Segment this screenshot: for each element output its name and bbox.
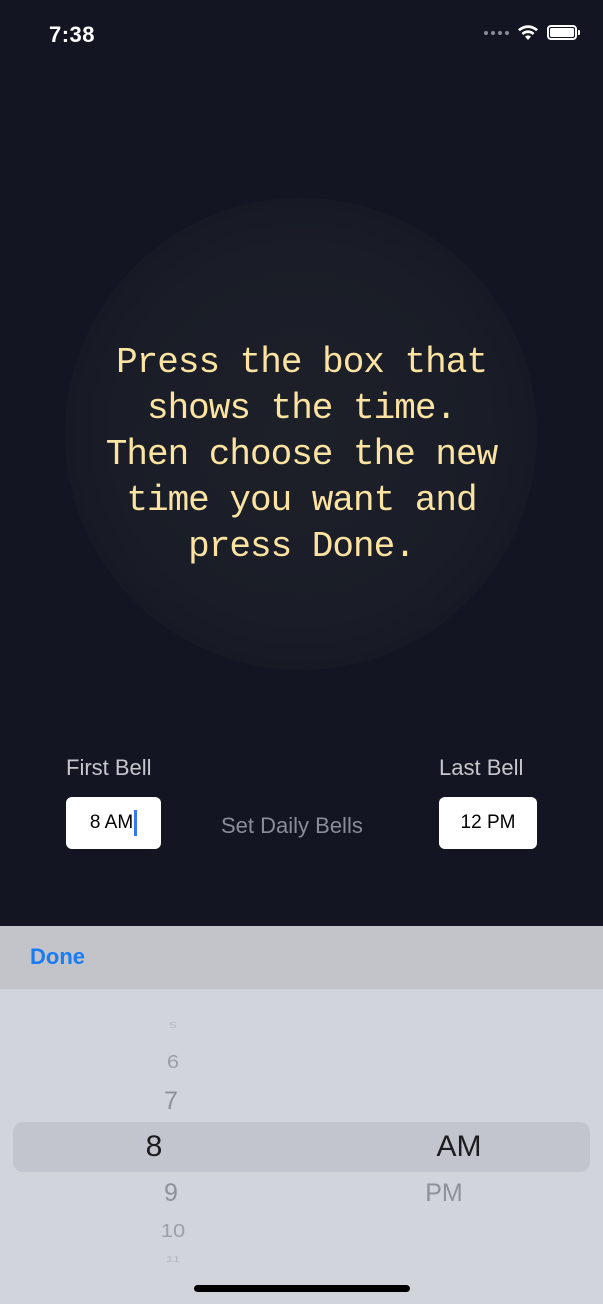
instruction-line: Then choose the new [105, 434, 498, 475]
picker-toolbar [0, 926, 603, 989]
battery-icon [547, 25, 580, 40]
signal-dots-icon [484, 30, 509, 35]
instructions-text: Press the box that shows the time. Then … [60, 340, 543, 570]
instruction-line: shows the time. [146, 388, 457, 429]
last-bell-field[interactable]: 12 PM [439, 797, 537, 849]
set-daily-bells-label: Set Daily Bells [221, 813, 363, 838]
screen: 7:38 Press the box that shows the time. … [0, 0, 603, 1304]
instruction-line: Press the box that [116, 342, 488, 383]
last-bell-label: Last Bell [439, 755, 524, 780]
hour-option-selected[interactable]: 8 [134, 1130, 174, 1164]
last-bell-value: 12 PM [460, 812, 516, 833]
done-button[interactable]: Done [30, 944, 85, 970]
picker-selection-band [13, 1122, 590, 1172]
hour-option[interactable]: 9 [151, 1179, 191, 1208]
hour-option[interactable]: 6 [153, 1051, 193, 1073]
wifi-icon [518, 25, 538, 40]
period-option[interactable]: PM [404, 1179, 484, 1208]
instruction-line: press Done. [188, 526, 416, 567]
first-bell-field[interactable]: 8 AM [66, 797, 161, 849]
hour-option[interactable]: 7 [151, 1087, 191, 1116]
text-cursor [134, 810, 138, 836]
hour-option[interactable]: 11 [153, 1254, 193, 1264]
status-time: 7:38 [49, 22, 96, 47]
hour-option[interactable]: 5 [153, 1020, 193, 1030]
hour-option[interactable]: 10 [148, 1220, 198, 1242]
first-bell-value: 8 AM [89, 812, 134, 833]
period-option-selected[interactable]: AM [419, 1130, 499, 1164]
home-indicator[interactable] [194, 1285, 410, 1292]
status-icons [484, 24, 580, 41]
first-bell-label: First Bell [66, 755, 152, 780]
instruction-line: time you want and [126, 480, 477, 521]
